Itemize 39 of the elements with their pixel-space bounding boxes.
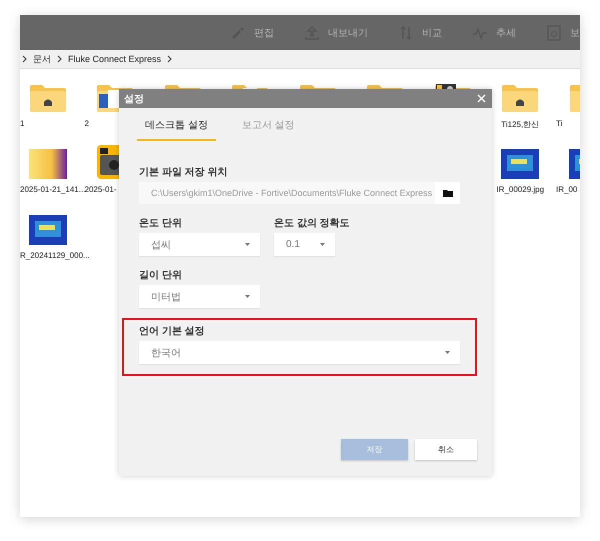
dropdown[interactable]: 섭씨 [139, 233, 260, 256]
file-name[interactable]: IR_00 [556, 185, 578, 194]
folder-icon [28, 82, 67, 113]
file-name[interactable]: 1 [20, 119, 24, 128]
photo-placeholder [28, 149, 67, 179]
breadcrumb-item[interactable]: 문서 [33, 52, 51, 66]
browse-button[interactable] [435, 182, 460, 204]
field-label: 언어 기본 설정 [139, 325, 206, 338]
chevron-icon [57, 55, 62, 63]
dialog-title: 설정 [124, 92, 144, 106]
file-name[interactable]: 2025-01-21_141... [20, 185, 86, 194]
dropdown[interactable]: 0.1 [274, 233, 335, 256]
field-label: 온도 단위 [139, 217, 183, 230]
app-icon [96, 145, 118, 179]
photo-placeholder [501, 149, 540, 179]
tab[interactable]: 데스크톱 설정 [137, 116, 216, 141]
file-name[interactable]: 2 [84, 119, 89, 128]
caret-icon [445, 351, 450, 354]
file-name[interactable]: IR_00029.jpg [496, 185, 544, 194]
caret-icon [245, 295, 250, 298]
breadcrumb-item[interactable]: Fluke Connect Express [68, 54, 162, 64]
field-label: 온도 값의 정확도 [274, 217, 350, 230]
folder-icon [501, 82, 540, 113]
field-label: 길이 단위 [139, 269, 183, 282]
caret-icon [245, 243, 250, 246]
dropdown[interactable]: 한국어 [139, 341, 460, 364]
caret-icon [320, 243, 325, 246]
dropdown[interactable]: 미터법 [139, 285, 260, 308]
file-name[interactable]: Ti125,한신 [501, 119, 540, 130]
file-name[interactable]: Ti [556, 119, 562, 128]
chevron-icon [167, 55, 172, 63]
folder-icon [442, 189, 452, 197]
field-label: 기본 파일 저장 위치 [139, 166, 228, 179]
chevron-icon [22, 55, 27, 63]
file-name[interactable]: 2025-01- [84, 185, 117, 194]
file-name[interactable]: R_20241129_000... [20, 251, 90, 260]
dialog-button[interactable]: 취소 [415, 439, 477, 460]
photo-placeholder [28, 215, 67, 245]
close-icon [477, 94, 486, 103]
